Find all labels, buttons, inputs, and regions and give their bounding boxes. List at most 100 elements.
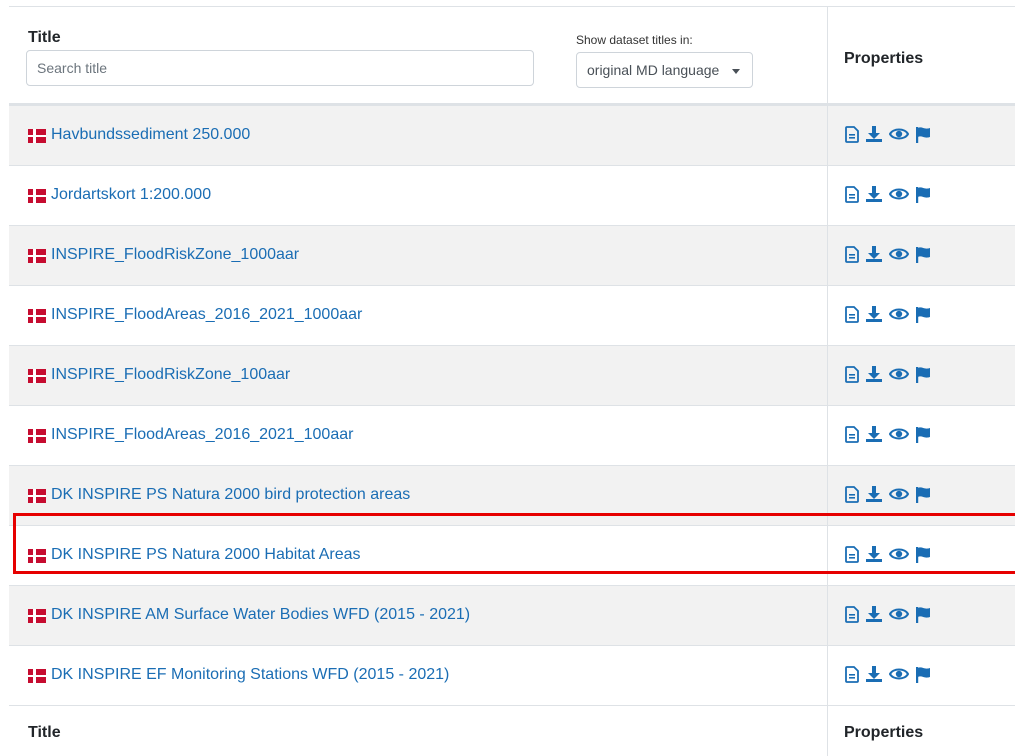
dataset-title-link[interactable]: DK INSPIRE EF Monitoring Stations WFD (2… bbox=[51, 666, 449, 684]
table-row: INSPIRE_FloodAreas_2016_2021_1000aar bbox=[9, 286, 1015, 346]
denmark-flag-icon bbox=[28, 609, 46, 623]
table-row: DK INSPIRE PS Natura 2000 Habitat Areas bbox=[9, 526, 1015, 586]
table-row: DK INSPIRE PS Natura 2000 bird protectio… bbox=[9, 466, 1015, 526]
properties-icons bbox=[845, 185, 931, 203]
language-select-value: original MD language bbox=[587, 62, 720, 78]
eye-icon[interactable] bbox=[889, 546, 909, 562]
eye-icon[interactable] bbox=[889, 186, 909, 202]
dataset-title-link[interactable]: DK INSPIRE PS Natura 2000 Habitat Areas bbox=[51, 546, 360, 564]
download-icon[interactable] bbox=[865, 665, 883, 683]
caret-down-icon bbox=[732, 69, 740, 74]
dataset-title-link[interactable]: DK INSPIRE PS Natura 2000 bird protectio… bbox=[51, 486, 410, 504]
eye-icon[interactable] bbox=[889, 606, 909, 622]
flag-icon[interactable] bbox=[915, 126, 931, 143]
document-icon[interactable] bbox=[845, 365, 859, 383]
column-divider bbox=[827, 646, 828, 705]
dataset-title-link[interactable]: INSPIRE_FloodRiskZone_100aar bbox=[51, 366, 290, 384]
flag-icon[interactable] bbox=[915, 426, 931, 443]
title-column-footer: Title bbox=[28, 724, 61, 741]
column-divider bbox=[827, 106, 828, 165]
denmark-flag-icon bbox=[28, 249, 46, 263]
column-divider bbox=[827, 586, 828, 645]
document-icon[interactable] bbox=[845, 425, 859, 443]
flag-icon[interactable] bbox=[915, 546, 931, 563]
eye-icon[interactable] bbox=[889, 366, 909, 382]
dataset-title-link[interactable]: Jordartskort 1:200.000 bbox=[51, 186, 211, 204]
properties-column-header: Properties bbox=[844, 50, 924, 67]
title-column-header: Title bbox=[28, 29, 61, 46]
document-icon[interactable] bbox=[845, 305, 859, 323]
download-icon[interactable] bbox=[865, 605, 883, 623]
flag-icon[interactable] bbox=[915, 606, 931, 623]
column-divider bbox=[827, 526, 828, 585]
eye-icon[interactable] bbox=[889, 486, 909, 502]
denmark-flag-icon bbox=[28, 549, 46, 563]
properties-icons bbox=[845, 425, 931, 443]
table-row: INSPIRE_FloodRiskZone_1000aar bbox=[9, 226, 1015, 286]
column-divider bbox=[827, 706, 828, 756]
dataset-title-link[interactable]: Havbundssediment 250.000 bbox=[51, 126, 250, 144]
eye-icon[interactable] bbox=[889, 306, 909, 322]
properties-icons bbox=[845, 125, 931, 143]
table-body: Havbundssediment 250.000 Jordartskort 1:2… bbox=[9, 106, 1015, 706]
column-divider bbox=[827, 7, 828, 103]
table-footer: Title Properties bbox=[9, 706, 1015, 756]
document-icon[interactable] bbox=[845, 545, 859, 563]
document-icon[interactable] bbox=[845, 185, 859, 203]
download-icon[interactable] bbox=[865, 125, 883, 143]
document-icon[interactable] bbox=[845, 245, 859, 263]
eye-icon[interactable] bbox=[889, 666, 909, 682]
table-row: Havbundssediment 250.000 bbox=[9, 106, 1015, 166]
dataset-title-link[interactable]: INSPIRE_FloodRiskZone_1000aar bbox=[51, 246, 299, 264]
download-icon[interactable] bbox=[865, 545, 883, 563]
table-row: DK INSPIRE AM Surface Water Bodies WFD (… bbox=[9, 586, 1015, 646]
denmark-flag-icon bbox=[28, 489, 46, 503]
properties-icons bbox=[845, 605, 931, 623]
denmark-flag-icon bbox=[28, 669, 46, 683]
eye-icon[interactable] bbox=[889, 246, 909, 262]
document-icon[interactable] bbox=[845, 605, 859, 623]
download-icon[interactable] bbox=[865, 305, 883, 323]
dataset-title-link[interactable]: INSPIRE_FloodAreas_2016_2021_100aar bbox=[51, 426, 353, 444]
denmark-flag-icon bbox=[28, 309, 46, 323]
flag-icon[interactable] bbox=[915, 186, 931, 203]
column-divider bbox=[827, 226, 828, 285]
denmark-flag-icon bbox=[28, 129, 46, 143]
table-row: INSPIRE_FloodRiskZone_100aar bbox=[9, 346, 1015, 406]
document-icon[interactable] bbox=[845, 665, 859, 683]
flag-icon[interactable] bbox=[915, 306, 931, 323]
column-divider bbox=[827, 406, 828, 465]
denmark-flag-icon bbox=[28, 429, 46, 443]
download-icon[interactable] bbox=[865, 365, 883, 383]
table-row: DK INSPIRE EF Monitoring Stations WFD (2… bbox=[9, 646, 1015, 706]
language-label: Show dataset titles in: bbox=[576, 33, 693, 47]
flag-icon[interactable] bbox=[915, 246, 931, 263]
table-row: INSPIRE_FloodAreas_2016_2021_100aar bbox=[9, 406, 1015, 466]
document-icon[interactable] bbox=[845, 485, 859, 503]
download-icon[interactable] bbox=[865, 245, 883, 263]
language-select[interactable]: original MD language bbox=[576, 52, 753, 88]
properties-icons bbox=[845, 485, 931, 503]
properties-icons bbox=[845, 665, 931, 683]
document-icon[interactable] bbox=[845, 125, 859, 143]
dataset-title-link[interactable]: INSPIRE_FloodAreas_2016_2021_1000aar bbox=[51, 306, 362, 324]
properties-column-footer: Properties bbox=[844, 724, 924, 741]
properties-icons bbox=[845, 365, 931, 383]
table-header: Title Show dataset titles in: original M… bbox=[9, 7, 1015, 106]
flag-icon[interactable] bbox=[915, 486, 931, 503]
dataset-title-link[interactable]: DK INSPIRE AM Surface Water Bodies WFD (… bbox=[51, 606, 470, 624]
column-divider bbox=[827, 346, 828, 405]
column-divider bbox=[827, 466, 828, 525]
eye-icon[interactable] bbox=[889, 126, 909, 142]
download-icon[interactable] bbox=[865, 485, 883, 503]
download-icon[interactable] bbox=[865, 185, 883, 203]
denmark-flag-icon bbox=[28, 189, 46, 203]
flag-icon[interactable] bbox=[915, 366, 931, 383]
denmark-flag-icon bbox=[28, 369, 46, 383]
eye-icon[interactable] bbox=[889, 426, 909, 442]
properties-icons bbox=[845, 245, 931, 263]
properties-icons bbox=[845, 545, 931, 563]
download-icon[interactable] bbox=[865, 425, 883, 443]
flag-icon[interactable] bbox=[915, 666, 931, 683]
search-title-input[interactable] bbox=[26, 50, 534, 86]
